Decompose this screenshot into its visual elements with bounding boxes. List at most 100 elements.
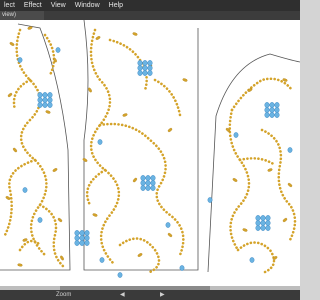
blue-bead (249, 257, 255, 263)
blue-bead (74, 240, 80, 246)
gold-leaf-bead (27, 26, 33, 30)
blue-bead (264, 107, 270, 113)
gold-leaf-bead (17, 263, 23, 267)
gold-leaf-bead (267, 168, 273, 172)
blue-bead (42, 97, 48, 103)
gold-leaf-bead (82, 158, 88, 162)
blue-bead (207, 197, 213, 203)
blue-bead (99, 257, 105, 263)
blue-bead (150, 180, 156, 186)
blue-bead (74, 235, 80, 241)
blue-bead (84, 240, 90, 246)
blue-bead (84, 230, 90, 236)
menu-view[interactable]: View (47, 0, 71, 11)
blue-bead (264, 112, 270, 118)
left-front-panel-outline (0, 23, 71, 271)
blue-bead (260, 220, 266, 226)
blue-bead (97, 139, 103, 145)
blue-bead (79, 235, 85, 241)
blue-bead (42, 92, 48, 98)
blue-bead (37, 102, 43, 108)
blue-bead (140, 180, 146, 186)
gold-leaf-bead (247, 88, 253, 92)
garment-outlines (0, 20, 300, 273)
blue-bead (137, 70, 143, 76)
blue-bead (42, 102, 48, 108)
blue-bead (265, 225, 271, 231)
blue-bead (84, 235, 90, 241)
blue-bead (274, 107, 280, 113)
gold-leaf-bead (52, 168, 58, 172)
blue-bead (287, 147, 293, 153)
menu-help[interactable]: Help (105, 0, 128, 11)
blue-bead (165, 222, 171, 228)
bead-vine (89, 28, 121, 267)
blue-flower (74, 230, 90, 246)
gold-leaf-bead (287, 183, 293, 187)
gold-leaf-bead (57, 218, 63, 222)
status-bar: Zoom ◀ ▶ (0, 290, 300, 300)
embroidery-artwork (0, 20, 300, 278)
blue-bead (137, 65, 143, 71)
gold-leaf-bead (122, 113, 128, 117)
blue-bead (145, 175, 151, 181)
gold-leaf-bead (13, 147, 17, 153)
blue-bead (147, 70, 153, 76)
sleeve-outline (207, 53, 300, 273)
blue-bead (79, 230, 85, 236)
artboard-canvas[interactable] (0, 20, 300, 290)
blue-flower (37, 92, 53, 108)
blue-bead (150, 175, 156, 181)
zoom-label[interactable]: Zoom (56, 290, 71, 300)
gold-leaf-bead (92, 213, 98, 217)
blue-bead (37, 92, 43, 98)
gold-leaf-bead (282, 218, 288, 222)
prev-artboard-icon[interactable]: ◀ (120, 290, 125, 300)
blue-bead (274, 102, 280, 108)
blue-bead (47, 102, 53, 108)
blue-bead (140, 175, 146, 181)
blue-bead (255, 225, 261, 231)
blue-bead (269, 112, 275, 118)
menu-effect[interactable]: Effect (20, 0, 47, 11)
next-artboard-icon[interactable]: ▶ (160, 290, 165, 300)
gold-leaf-bead (167, 233, 173, 237)
blue-bead (145, 180, 151, 186)
blue-flower (140, 175, 156, 191)
blue-bead (150, 185, 156, 191)
blue-bead (74, 230, 80, 236)
blue-bead (260, 215, 266, 221)
menu-select[interactable]: lect (0, 0, 20, 11)
gold-leaf-bead (60, 255, 64, 261)
bead-vine (153, 78, 182, 117)
blue-bead (274, 112, 280, 118)
blue-bead (47, 97, 53, 103)
blue-bead (140, 185, 146, 191)
blue-bead (233, 132, 239, 138)
blue-bead (142, 60, 148, 66)
blue-bead (22, 187, 28, 193)
menu-window[interactable]: Window (71, 0, 105, 11)
blue-bead (145, 185, 151, 191)
gold-leaf-bead (242, 228, 248, 232)
gold-leaf-bead (272, 256, 278, 260)
blue-bead (255, 215, 261, 221)
menu-bar: lect Effect View Window Help (0, 0, 300, 11)
document-tab[interactable]: view) (0, 11, 44, 20)
bead-vine (85, 168, 107, 207)
blue-bead (79, 240, 85, 246)
blue-bead (269, 107, 275, 113)
blue-bead (142, 65, 148, 71)
blue-flower (264, 102, 280, 118)
blue-bead (265, 215, 271, 221)
blue-bead (147, 65, 153, 71)
bead-vine (230, 77, 294, 112)
gold-leaf-bead (45, 110, 51, 114)
gold-leaf-bead (95, 36, 101, 40)
gold-leaf-bead (133, 177, 137, 183)
blue-bead (137, 60, 143, 66)
bead-vine (12, 78, 32, 112)
blue-bead (37, 217, 43, 223)
blue-bead (55, 47, 61, 53)
blue-bead (147, 60, 153, 66)
